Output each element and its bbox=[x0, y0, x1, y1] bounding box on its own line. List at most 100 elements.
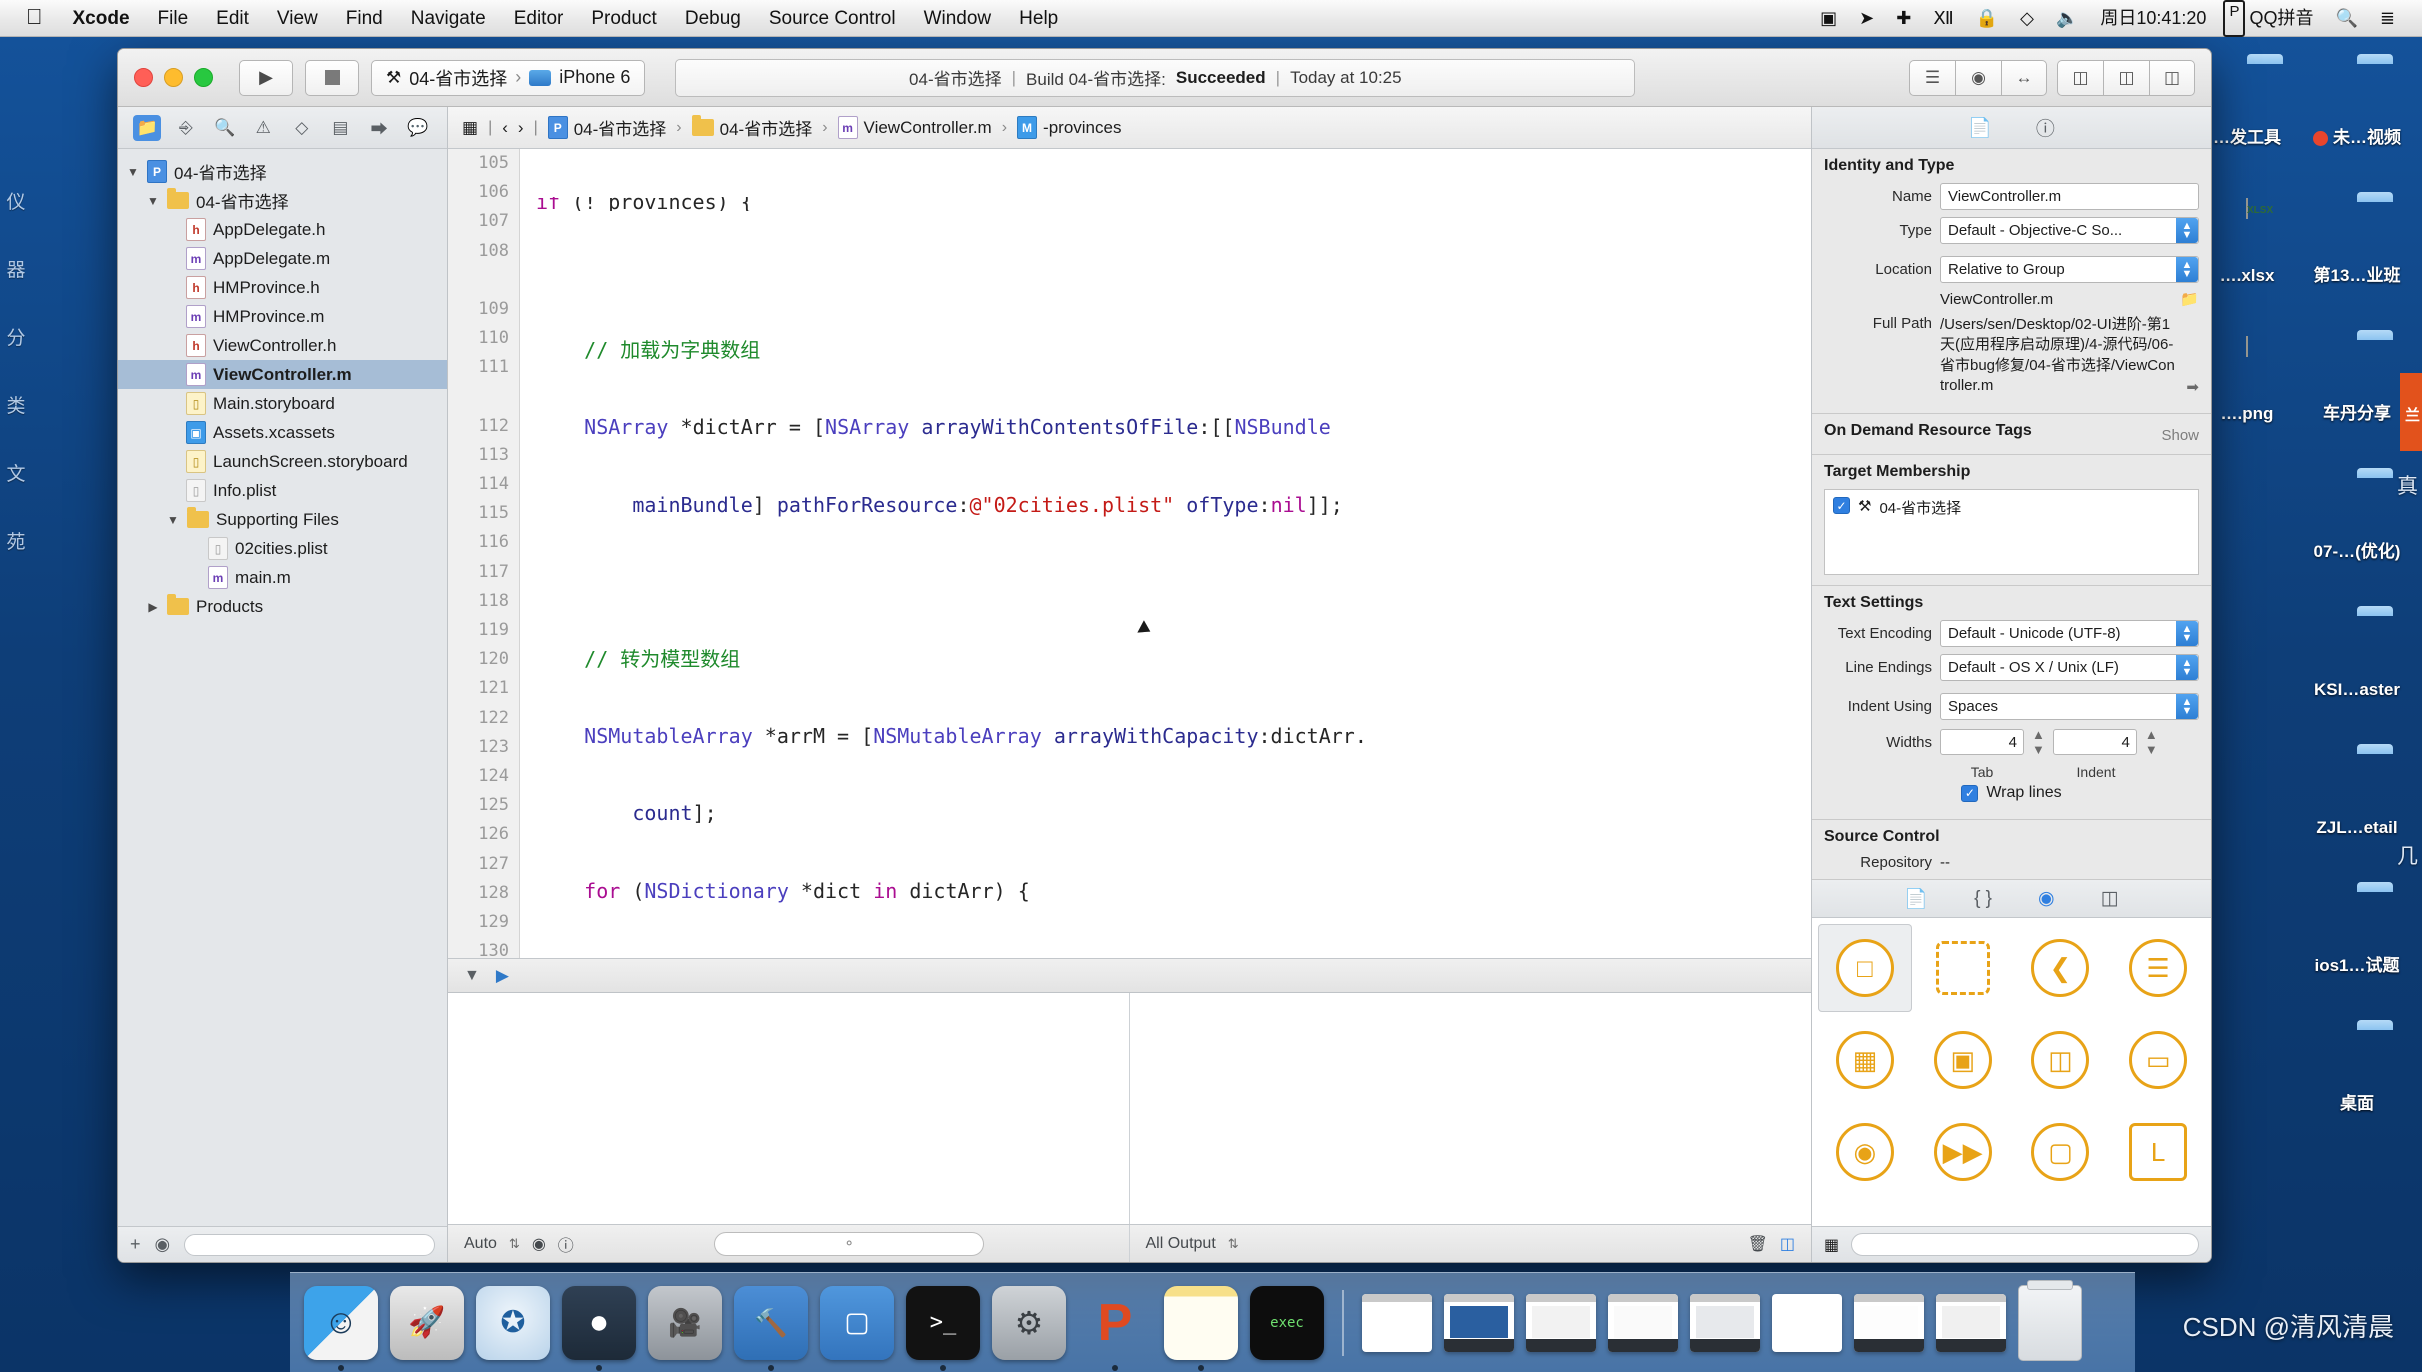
executable-icon[interactable]: exec bbox=[1250, 1285, 1324, 1360]
library-item-list[interactable]: ☰ bbox=[2111, 924, 2205, 1012]
menu-item-debug[interactable]: Debug bbox=[671, 0, 755, 37]
disclosure-triangle-icon[interactable]: ▼ bbox=[126, 165, 140, 179]
menu-item-help[interactable]: Help bbox=[1005, 0, 1072, 37]
media-library-icon[interactable]: ◫ bbox=[2101, 887, 2119, 910]
ondemand-show-link[interactable]: Show bbox=[2161, 427, 2199, 444]
mouse-app-icon[interactable]: ● bbox=[562, 1285, 636, 1371]
notes-icon[interactable] bbox=[1164, 1285, 1238, 1371]
tree-row-main-m[interactable]: m main.m bbox=[118, 563, 447, 592]
disclosure-triangle-icon[interactable]: ▼ bbox=[166, 513, 180, 527]
filter-icon[interactable]: ◉ bbox=[155, 1234, 171, 1255]
library-item-circle[interactable]: ◉ bbox=[1818, 1108, 1912, 1196]
launchpad-icon[interactable]: 🚀 bbox=[390, 1285, 464, 1360]
desktop-icon-1[interactable]: 未…视频 bbox=[2305, 62, 2409, 148]
library-search-input[interactable] bbox=[1851, 1233, 2199, 1256]
vpn-shield-icon[interactable]: ◇ bbox=[2009, 0, 2045, 37]
code-text[interactable]: if (!_provinces) { // 加载为字典数组 NSArray *d… bbox=[520, 149, 1811, 958]
console-output-scope[interactable]: All Output bbox=[1146, 1235, 1216, 1253]
library-item-box[interactable]: ▢ bbox=[2014, 1108, 2108, 1196]
project-file-tree[interactable]: ▼ P 04-省市选择 ▼ 04-省市选择 h AppDelegate.h m … bbox=[118, 149, 447, 1226]
desktop-icon-7[interactable]: KSI…aster bbox=[2305, 614, 2409, 700]
variables-view[interactable] bbox=[448, 993, 1130, 1224]
breadcrumb-file[interactable]: m ViewController.m bbox=[837, 116, 992, 139]
volume-icon[interactable]: 🔈 bbox=[2045, 0, 2089, 37]
trash-icon[interactable] bbox=[2018, 1279, 2082, 1361]
menu-item-xcode[interactable]: Xcode bbox=[59, 0, 144, 37]
library-item-corner[interactable]: L bbox=[2111, 1108, 2205, 1196]
tree-row-info-plist[interactable]: ▯ Info.plist bbox=[118, 476, 447, 505]
tree-row-02cities-plist[interactable]: ▯ 02cities.plist bbox=[118, 534, 447, 563]
screen-recording-icon[interactable]: ▣ bbox=[1809, 0, 1848, 37]
text-encoding-select[interactable]: Default - Unicode (UTF-8) ▲ ▼ bbox=[1940, 620, 2199, 647]
minimized-window-3[interactable] bbox=[1608, 1293, 1678, 1352]
tree-row-appdelegate-h[interactable]: h AppDelegate.h bbox=[118, 215, 447, 244]
variables-filter-input[interactable]: ⚬ bbox=[714, 1231, 985, 1256]
report-navigator-icon[interactable]: 💬 bbox=[404, 115, 432, 141]
indent-width-field[interactable]: 4 bbox=[2052, 729, 2137, 755]
stop-button[interactable] bbox=[305, 59, 359, 96]
library-item-back-chevron[interactable]: ❮ bbox=[2014, 924, 2108, 1012]
indent-width-stepper[interactable]: ▲ ▼ bbox=[2145, 727, 2158, 757]
menu-item-product[interactable]: Product bbox=[577, 0, 670, 37]
breakpoint-navigator-icon[interactable]: ⮕ bbox=[365, 115, 393, 141]
location-select[interactable]: Relative to Group ▲ ▼ bbox=[1940, 256, 2199, 283]
quick-help-icon[interactable]: ⓘ bbox=[2036, 114, 2055, 141]
library-item-split-view[interactable]: ◫ bbox=[2014, 1016, 2108, 1104]
wrap-lines-checkbox[interactable]: ✓ bbox=[1961, 784, 1979, 802]
tree-row-products[interactable]: ▶ Products bbox=[118, 592, 447, 621]
navigator-filter-input[interactable] bbox=[184, 1233, 435, 1256]
disclosure-triangle-icon[interactable]: ▼ bbox=[146, 194, 160, 208]
disclosure-triangle-icon[interactable]: ▶ bbox=[146, 600, 160, 614]
minimized-window-7[interactable] bbox=[1936, 1293, 2006, 1352]
minimized-window-2[interactable] bbox=[1526, 1293, 1596, 1352]
menu-item-view[interactable]: View bbox=[263, 0, 332, 37]
related-items-icon[interactable]: ▦ bbox=[462, 118, 478, 138]
console-split-icon[interactable]: ◫ bbox=[1780, 1234, 1795, 1254]
tree-row-group[interactable]: ▼ 04-省市选择 bbox=[118, 186, 447, 215]
issue-navigator-icon[interactable]: ⚠ bbox=[249, 115, 277, 141]
desktop-icon-9[interactable]: ios1…试题 bbox=[2305, 890, 2409, 976]
desktop-icon-5[interactable]: 车丹分享 bbox=[2305, 338, 2409, 424]
menu-item-edit[interactable]: Edit bbox=[202, 0, 263, 37]
version-editor-icon[interactable]: ↔ bbox=[2001, 59, 2047, 96]
show-hide-icon[interactable]: ▼ bbox=[464, 967, 480, 985]
breadcrumb-method[interactable]: M -provinces bbox=[1017, 116, 1121, 139]
tree-row-viewcontroller-m[interactable]: m ViewController.m bbox=[118, 360, 447, 389]
library-item-panel[interactable]: ▭ bbox=[2111, 1016, 2205, 1104]
type-select[interactable]: Default - Objective-C So... ▲ ▼ bbox=[1940, 217, 2199, 244]
desktop-icon-8[interactable]: ZJL…etail bbox=[2305, 752, 2409, 838]
breadcrumb-group[interactable]: 04-省市选择 bbox=[691, 115, 812, 140]
tree-row-hmprovince-m[interactable]: m HMProvince.m bbox=[118, 302, 447, 331]
menu-item-file[interactable]: File bbox=[144, 0, 203, 37]
minimized-window-5[interactable] bbox=[1772, 1293, 1842, 1352]
add-file-button[interactable]: + bbox=[130, 1234, 141, 1255]
reveal-in-finder-icon[interactable]: ➡ bbox=[2186, 378, 2199, 396]
library-item-media-playback[interactable]: ▶▶ bbox=[1916, 1108, 2010, 1196]
debug-list-icon[interactable]: ◉ bbox=[532, 1234, 546, 1254]
file-template-library-icon[interactable]: 📄 bbox=[1904, 887, 1928, 911]
code-snippet-library-icon[interactable]: { } bbox=[1974, 888, 1992, 910]
zoom-window-button[interactable] bbox=[194, 68, 213, 87]
minimized-window-1[interactable] bbox=[1444, 1293, 1514, 1352]
lock-icon[interactable]: 🔒 bbox=[1965, 0, 2009, 37]
library-grid-icon[interactable]: ▦ bbox=[1824, 1235, 1839, 1255]
pycharm-icon[interactable]: P bbox=[1078, 1286, 1152, 1371]
line-endings-select[interactable]: Default - OS X / Unix (LF) ▲ ▼ bbox=[1940, 654, 2199, 681]
object-library-icon[interactable]: ◉ bbox=[2038, 887, 2055, 910]
symbol-navigator-icon[interactable]: 🔍 bbox=[211, 115, 239, 141]
quicktime-icon[interactable]: 🎥 bbox=[648, 1285, 722, 1360]
apple-logo-icon[interactable]:  bbox=[22, 0, 59, 37]
debug-info-icon[interactable]: ⓘ bbox=[558, 1232, 574, 1256]
console-output-chevron[interactable]: ⇅ bbox=[1228, 1236, 1239, 1252]
tree-row-hmprovince-h[interactable]: h HMProvince.h bbox=[118, 273, 447, 302]
choose-folder-icon[interactable]: 📁 bbox=[2180, 290, 2199, 308]
desktop-icon-6[interactable]: 07-…(优化) bbox=[2305, 476, 2409, 562]
minimized-window-6[interactable] bbox=[1854, 1293, 1924, 1352]
clear-console-icon[interactable]: 🗑 bbox=[1748, 1234, 1768, 1254]
console-view[interactable] bbox=[1129, 993, 1811, 1224]
file-inspector-icon[interactable]: 📄 bbox=[1968, 116, 1992, 140]
minimized-window-0[interactable] bbox=[1362, 1293, 1432, 1352]
desktop-icon-10[interactable]: 桌面 bbox=[2305, 1028, 2409, 1114]
indent-using-select[interactable]: Spaces ▲ ▼ bbox=[1940, 693, 2199, 720]
toggle-utilities-icon[interactable]: ◫ bbox=[2149, 59, 2195, 96]
